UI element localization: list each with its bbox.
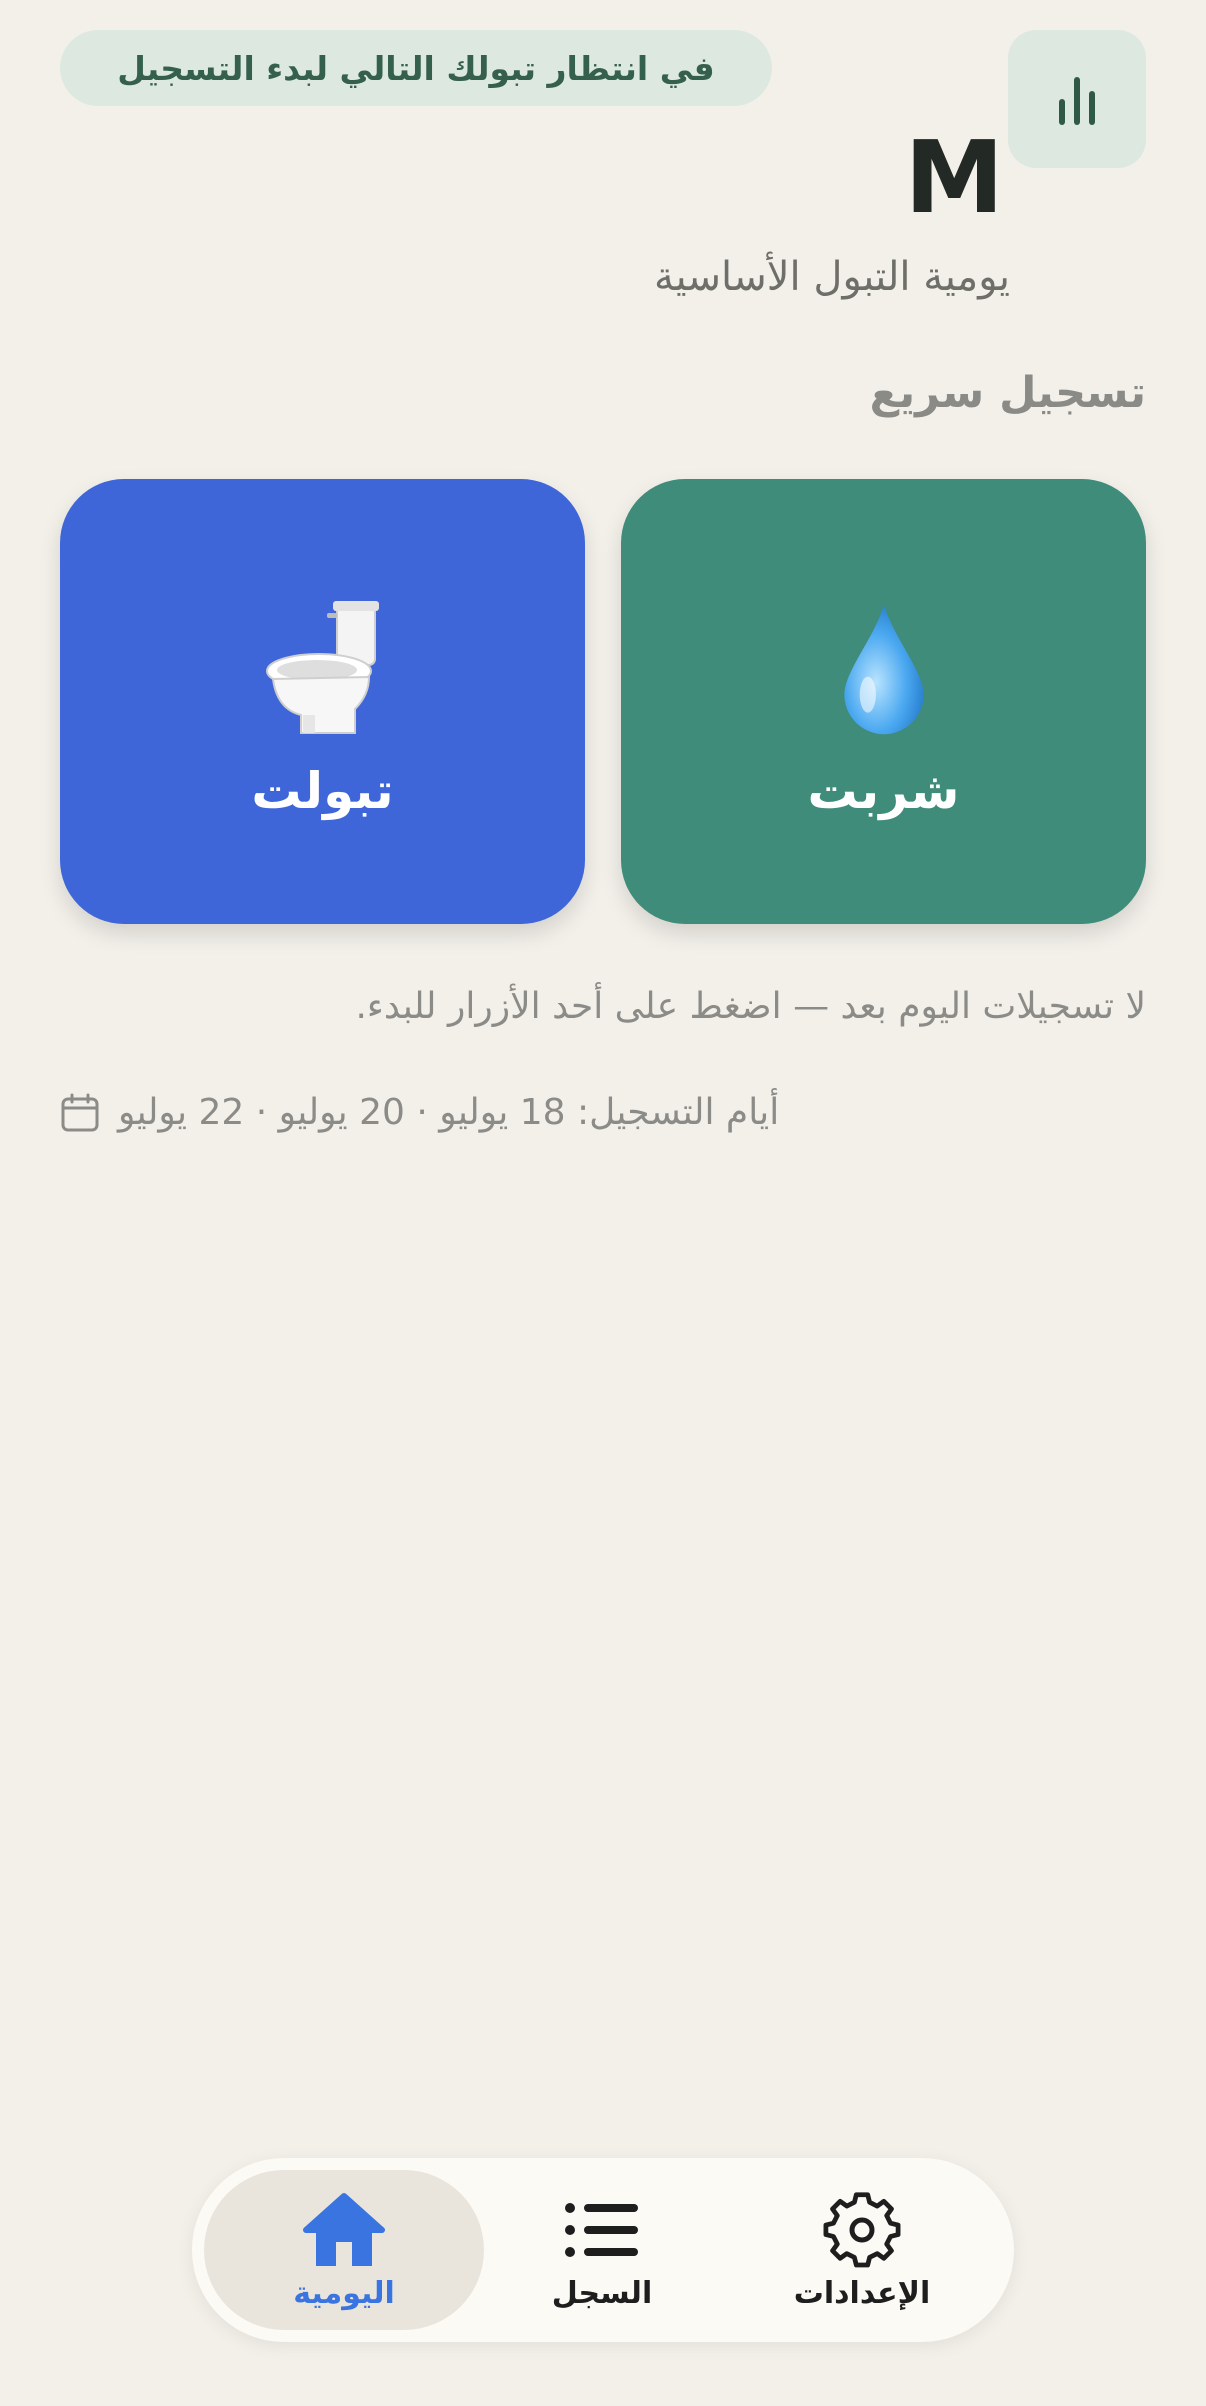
nav-tab-home[interactable]: اليومية [204,2170,484,2330]
status-banner: في انتظار تبولك التالي لبدء التسجيل [60,30,772,106]
nav-label-home: اليومية [293,2275,395,2311]
page-subtitle: يومية التبول الأساسية [654,254,1010,300]
empty-state-message: لا تسجيلات اليوم بعد — اضغط على أحد الأز… [355,986,1146,1027]
nav-tab-settings[interactable]: الإعدادات [722,2170,1002,2330]
water-drop-icon [839,594,929,744]
user-initial: M [904,119,1004,236]
nav-tab-log[interactable]: السجل [462,2170,742,2330]
list-icon [560,2190,644,2270]
logging-days-row: أيام التسجيل: 18 يوليو · 20 يوليو · 22 ي… [60,1092,779,1133]
logging-days-text: أيام التسجيل: 18 يوليو · 20 يوليو · 22 ي… [118,1092,780,1133]
drink-button[interactable]: شربت [621,479,1146,924]
gear-icon [820,2190,904,2270]
urinate-button[interactable]: تبولت [60,479,585,924]
bottom-nav: اليومية السجل الإعدادات [192,2158,1014,2342]
nav-label-settings: الإعدادات [793,2275,931,2311]
toilet-icon [263,594,383,744]
urinate-label: تبولت [251,761,394,820]
quick-log-title: تسجيل سريع [869,368,1146,418]
nav-label-log: السجل [551,2275,653,2311]
calendar-icon [61,1093,99,1131]
stats-button[interactable] [1008,30,1146,168]
home-icon [302,2190,386,2270]
drink-label: شربت [807,761,960,820]
bar-chart-icon [1059,77,1095,125]
